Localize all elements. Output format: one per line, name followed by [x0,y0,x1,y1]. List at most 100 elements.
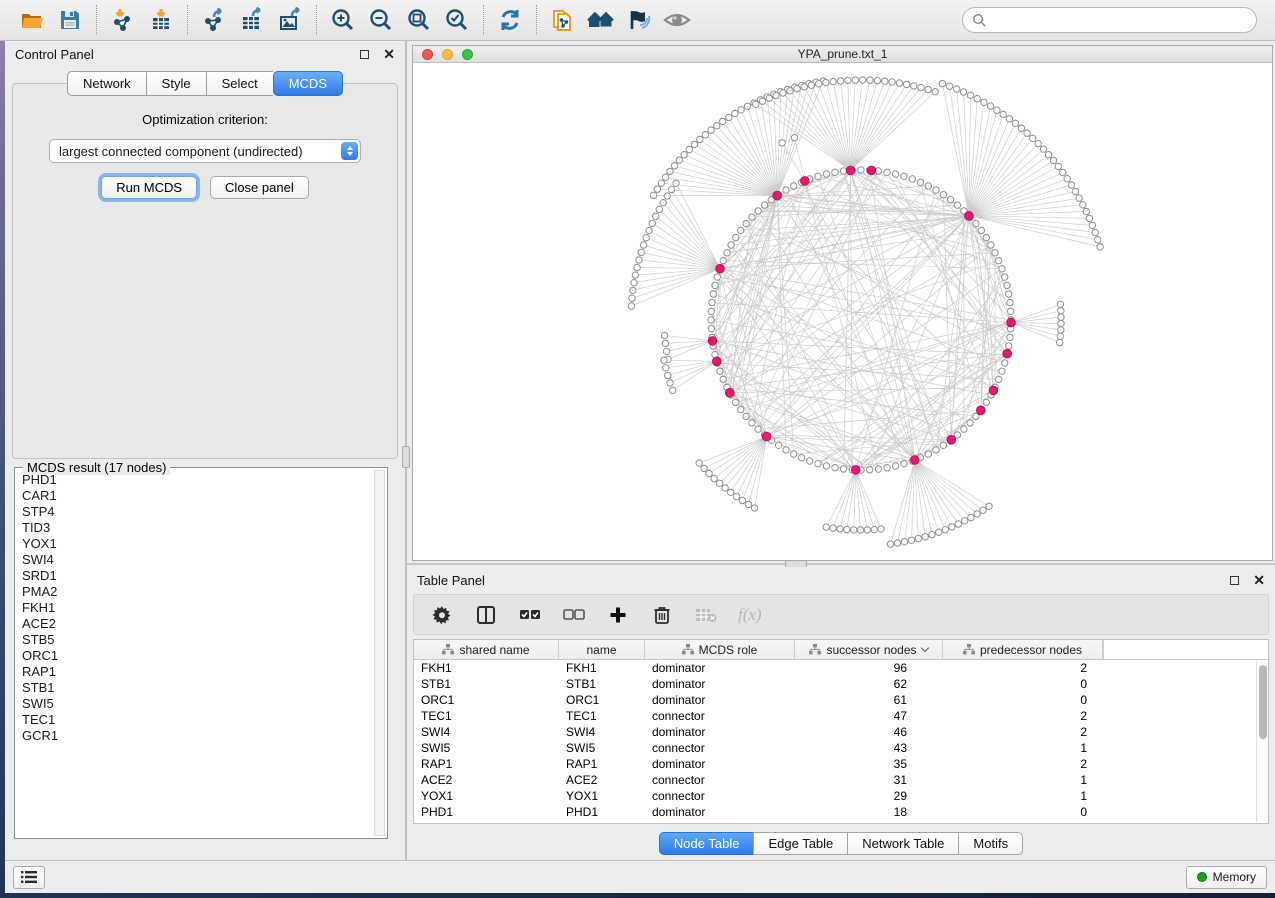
ring-node[interactable] [823,463,829,469]
result-node-item[interactable]: SRD1 [19,568,373,584]
table-row[interactable]: ORC1ORC1dominator610 [414,692,1268,708]
leaf-node[interactable] [830,525,836,531]
leaf-node[interactable] [670,387,676,393]
memory-button[interactable]: Memory [1186,866,1267,889]
search-box[interactable] [962,7,1257,33]
table-row[interactable]: SWI4SWI4dominator462 [414,724,1268,740]
leaf-node[interactable] [636,257,642,263]
leaf-node[interactable] [878,526,884,532]
leaf-node[interactable] [702,132,708,138]
ring-node[interactable] [973,220,979,226]
ring-node[interactable] [807,458,813,464]
tab-style[interactable]: Style [146,71,206,96]
ring-node[interactable] [815,461,821,467]
ring-node[interactable] [783,447,789,453]
ring-node[interactable] [743,220,749,226]
add-column-button[interactable] [606,603,630,627]
result-node-item[interactable]: STB5 [19,632,373,648]
ring-node[interactable] [901,173,907,179]
refresh-button[interactable] [494,4,526,36]
leaf-node[interactable] [658,180,664,186]
ring-node[interactable] [724,250,730,256]
ring-node[interactable] [858,167,864,173]
result-node-item[interactable]: PHD1 [19,472,373,488]
leaf-node[interactable] [922,534,928,540]
new-network-from-selection-button[interactable] [547,4,579,36]
column-header-shared-name[interactable]: shared name [414,640,559,659]
result-node-item[interactable]: YOX1 [19,536,373,552]
ring-node[interactable] [708,317,714,323]
leaf-node[interactable] [696,460,702,466]
leaf-node[interactable] [773,92,779,98]
ring-node[interactable] [999,368,1005,374]
tab-network[interactable]: Network [67,71,146,96]
ring-node[interactable] [720,376,726,382]
search-input[interactable] [993,13,1247,28]
leaf-node[interactable] [987,103,993,109]
hub-node[interactable] [773,191,782,200]
leaf-node[interactable] [901,539,907,545]
table-row[interactable]: SWI5SWI5connector431 [414,740,1268,756]
leaf-node[interactable] [857,527,863,533]
ring-node[interactable] [933,447,939,453]
result-node-item[interactable]: SWI4 [19,552,373,568]
hub-node[interactable] [867,166,876,175]
leaf-node[interactable] [671,163,677,169]
ring-node[interactable] [1004,282,1010,288]
ring-node[interactable] [709,299,715,305]
leaf-node[interactable] [1055,163,1061,169]
leaf-node[interactable] [632,272,638,278]
leaf-node[interactable] [629,295,635,301]
leaf-node[interactable] [706,470,712,476]
close-table-panel-icon[interactable]: ✕ [1253,573,1265,587]
hub-node[interactable] [947,436,956,445]
ring-node[interactable] [717,368,723,374]
ring-node[interactable] [749,214,755,220]
leaf-node[interactable] [844,526,850,532]
task-history-button[interactable] [13,866,45,889]
ring-node[interactable] [743,413,749,419]
ring-node[interactable] [840,466,846,472]
show-all-button[interactable] [661,4,693,36]
leaf-node[interactable] [780,90,786,96]
ring-node[interactable] [1002,274,1008,280]
leaf-node[interactable] [871,526,877,532]
hide-selected-button[interactable] [623,4,655,36]
leaf-node[interactable] [1050,157,1056,163]
result-node-item[interactable]: STP4 [19,504,373,520]
tab-motifs[interactable]: Motifs [958,832,1023,855]
tab-network-table[interactable]: Network Table [847,832,958,855]
hub-node[interactable] [708,337,717,346]
result-node-item[interactable]: ACE2 [19,616,373,632]
leaf-node[interactable] [751,505,757,511]
tab-edge-table[interactable]: Edge Table [753,832,847,855]
table-row[interactable]: FKH1FKH1dominator962 [414,660,1268,676]
table-row[interactable]: STB1STB1dominator620 [414,676,1268,692]
column-header-predecessor-nodes[interactable]: predecessor nodes [943,640,1103,659]
leaf-node[interactable] [732,110,738,116]
leaf-node[interactable] [1089,222,1095,228]
hub-node[interactable] [713,357,722,366]
ring-node[interactable] [867,467,873,473]
leaf-node[interactable] [837,526,843,532]
ring-node[interactable] [761,202,767,208]
ring-node[interactable] [832,465,838,471]
leaf-node[interactable] [981,99,987,105]
leaf-node[interactable] [1072,188,1078,194]
hub-node[interactable] [911,456,920,465]
ring-node[interactable] [999,266,1005,272]
ring-node[interactable] [884,465,890,471]
leaf-node[interactable] [660,200,666,206]
run-mcds-button[interactable]: Run MCDS [101,176,197,199]
leaf-node[interactable] [1035,140,1041,146]
leaf-node[interactable] [1060,169,1066,175]
leaf-node[interactable] [630,287,636,293]
leaf-node[interactable] [1000,111,1006,117]
leaf-node[interactable] [711,475,717,481]
leaf-node[interactable] [1058,314,1064,320]
table-row[interactable]: ACE2ACE2connector311 [414,772,1268,788]
hub-node[interactable] [716,264,725,273]
leaf-node[interactable] [1058,327,1064,333]
leaf-node[interactable] [766,95,772,101]
leaf-node[interactable] [918,84,924,90]
